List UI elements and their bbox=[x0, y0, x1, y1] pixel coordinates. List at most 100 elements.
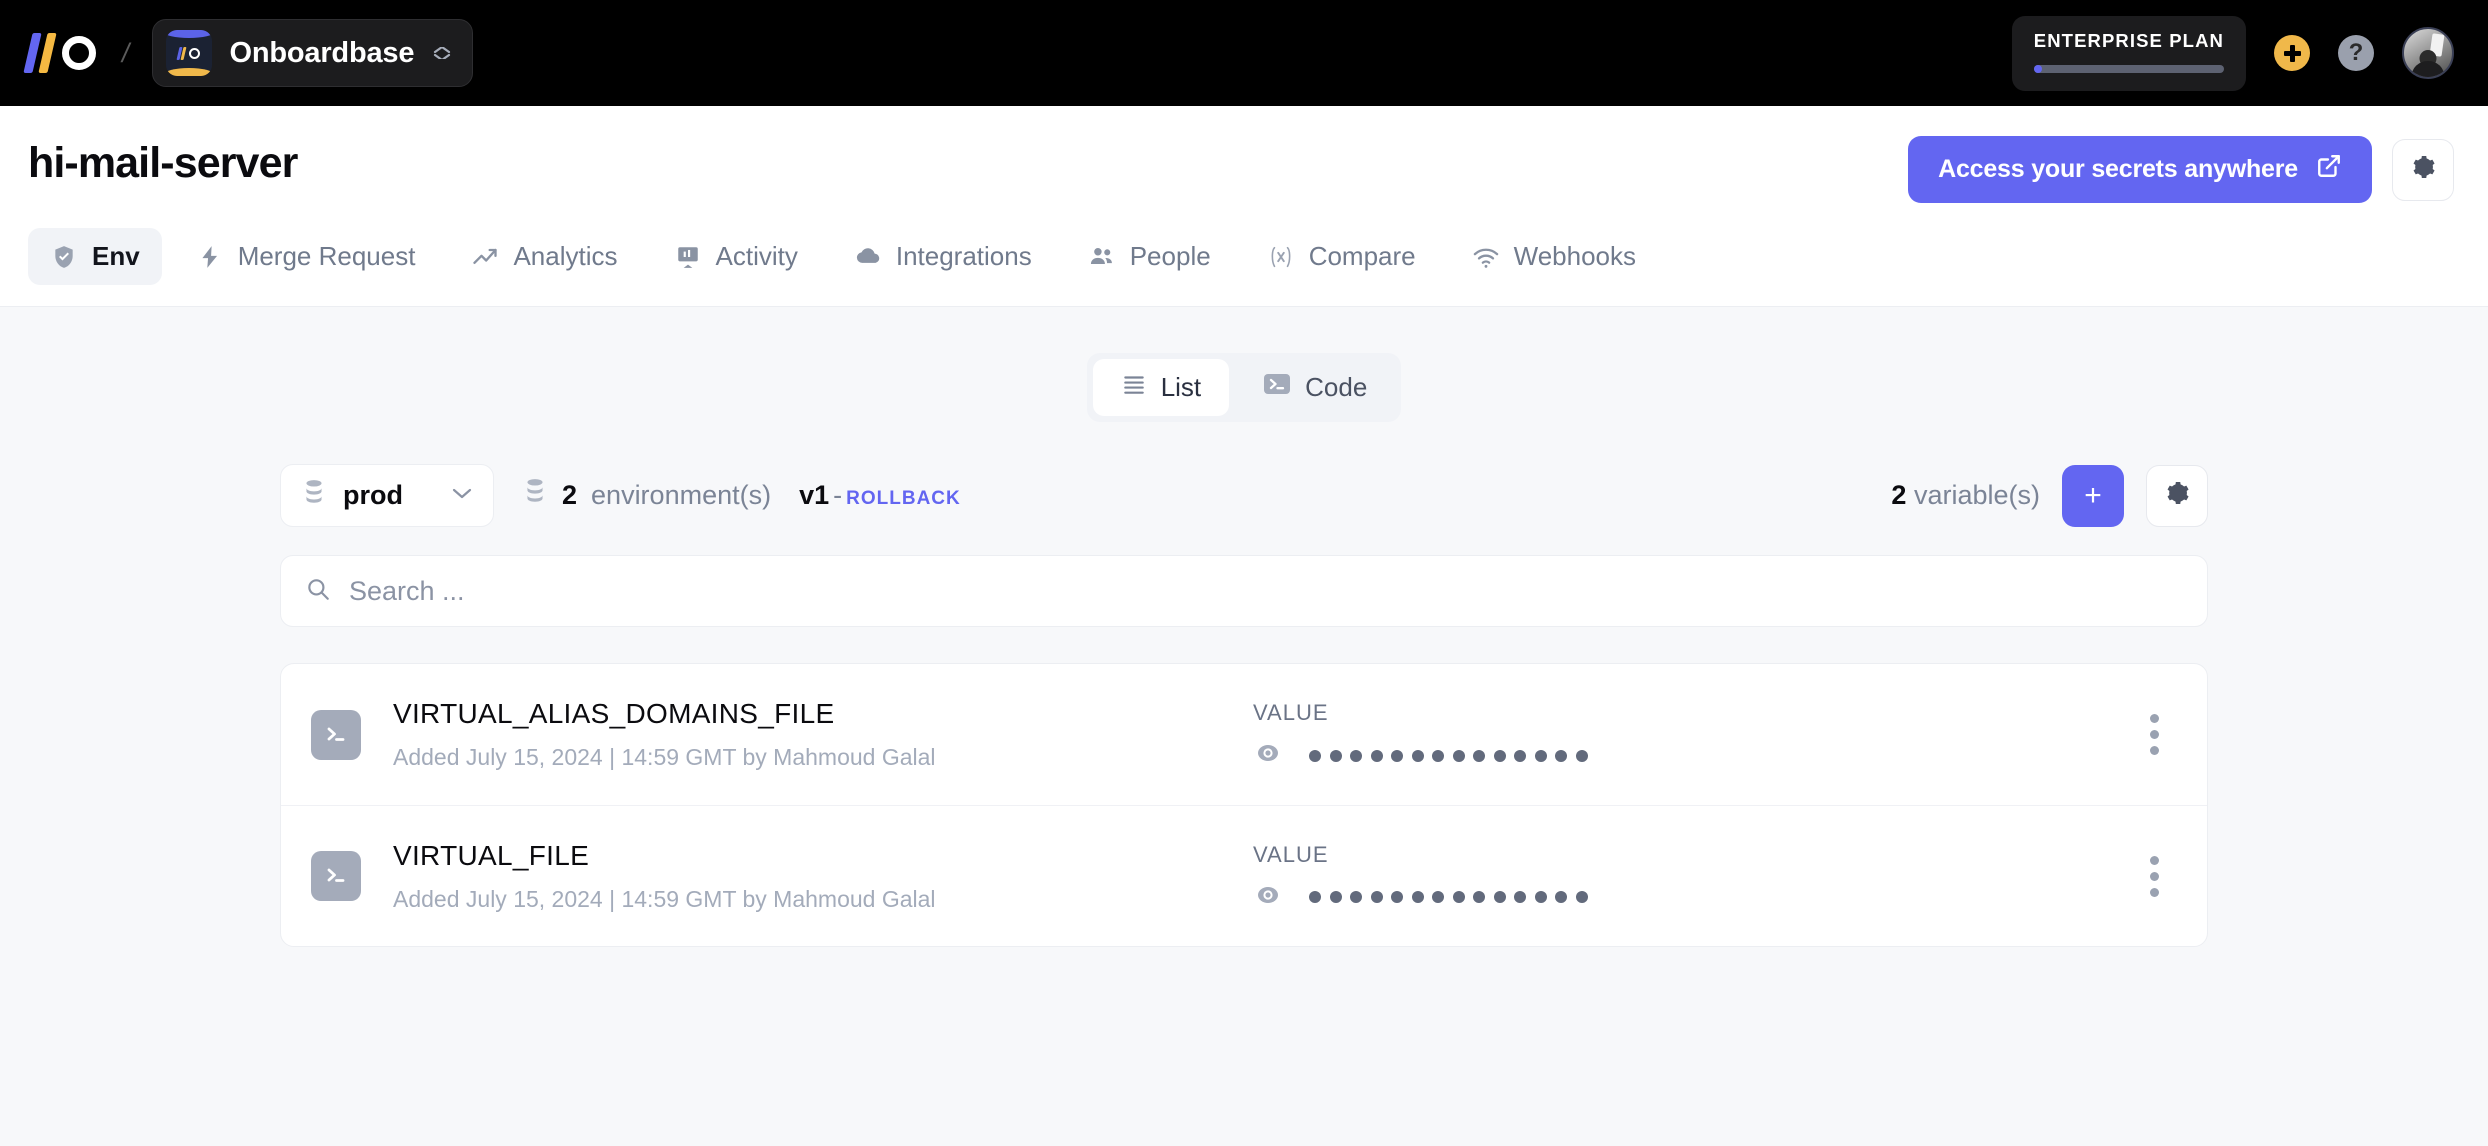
variable-icon bbox=[1267, 243, 1295, 271]
gear-icon bbox=[2409, 153, 2437, 186]
tab-compare[interactable]: Compare bbox=[1245, 228, 1438, 285]
list-icon bbox=[1121, 371, 1147, 404]
tab-compare-label: Compare bbox=[1308, 241, 1416, 271]
logo-o-ring bbox=[62, 36, 96, 70]
access-secrets-button[interactable]: Access your secrets anywhere bbox=[1908, 136, 2372, 203]
help-button[interactable]: ? bbox=[2338, 35, 2374, 71]
variable-value-column: VALUE bbox=[1253, 700, 1813, 769]
breadcrumb-separator: / bbox=[119, 37, 133, 68]
terminal-icon bbox=[1263, 372, 1291, 403]
view-toggle: List Code bbox=[0, 353, 2488, 422]
variable-meta: Added July 15, 2024 | 14:59 GMT by Mahmo… bbox=[393, 744, 936, 770]
rollback-button[interactable]: ROLLBACK bbox=[846, 488, 961, 510]
wifi-icon bbox=[1472, 243, 1500, 271]
tab-env-label: Env bbox=[92, 241, 140, 271]
plan-badge[interactable]: ENTERPRISE PLAN bbox=[2011, 15, 2246, 91]
variable-name: VIRTUAL_FILE bbox=[393, 839, 590, 871]
view-toggle-code-label: Code bbox=[1305, 372, 1368, 402]
table-row[interactable]: VIRTUAL_ALIAS_DOMAINS_FILE Added July 15… bbox=[281, 664, 2207, 805]
value-column-label: VALUE bbox=[1253, 841, 1329, 867]
toolbar-right: 2 variable(s) + bbox=[1891, 464, 2208, 527]
primary-tabs: Env Merge Request Analytics Activity Int… bbox=[0, 203, 2488, 307]
tab-merge-request-label: Merge Request bbox=[237, 241, 416, 271]
variable-value-column: VALUE bbox=[1253, 842, 1813, 911]
tab-analytics-label: Analytics bbox=[513, 241, 618, 271]
kebab-menu-icon[interactable] bbox=[2136, 704, 2173, 765]
tab-integrations-label: Integrations bbox=[895, 241, 1032, 271]
terminal-icon bbox=[311, 709, 361, 760]
tab-people-label: People bbox=[1129, 241, 1211, 271]
terminal-icon bbox=[311, 851, 361, 901]
environments-count: 2 environment(s) bbox=[522, 478, 771, 513]
environments-count-label: environment(s) bbox=[591, 480, 772, 510]
tab-webhooks-label: Webhooks bbox=[1513, 241, 1636, 271]
org-name: Onboardbase bbox=[229, 36, 415, 69]
chevron-updown-icon bbox=[432, 47, 452, 59]
page-title: hi-mail-server bbox=[28, 139, 298, 187]
variable-info: VIRTUAL_FILE Added July 15, 2024 | 14:59… bbox=[393, 840, 1253, 913]
tab-integrations[interactable]: Integrations bbox=[832, 228, 1054, 285]
add-button[interactable] bbox=[2274, 35, 2310, 71]
environments-count-value: 2 bbox=[562, 480, 578, 510]
variables-count-value: 2 bbox=[1891, 480, 1907, 510]
question-icon: ? bbox=[2348, 39, 2364, 66]
eye-icon[interactable] bbox=[1253, 884, 1283, 911]
topbar-right-cluster: ENTERPRISE PLAN ? bbox=[2011, 15, 2454, 91]
variable-info: VIRTUAL_ALIAS_DOMAINS_FILE Added July 15… bbox=[393, 698, 1253, 771]
tab-activity-label: Activity bbox=[715, 241, 798, 271]
value-column-label: VALUE bbox=[1253, 700, 1329, 725]
avatar[interactable] bbox=[2402, 27, 2454, 79]
users-icon bbox=[1088, 243, 1116, 271]
variable-name: VIRTUAL_ALIAS_DOMAINS_FILE bbox=[393, 698, 835, 729]
variable-meta: Added July 15, 2024 | 14:59 GMT by Mahmo… bbox=[393, 885, 936, 912]
eye-icon[interactable] bbox=[1253, 742, 1283, 769]
onboardbase-logo[interactable] bbox=[23, 33, 96, 73]
env-panel: prod 2 environment(s) v1 - ROLLBACK 2 va… bbox=[280, 464, 2208, 947]
search-icon bbox=[305, 576, 331, 607]
version-dash: - bbox=[833, 480, 843, 510]
plan-usage-fill bbox=[2033, 64, 2042, 73]
presentation-chart-icon bbox=[674, 243, 702, 271]
search-bar[interactable] bbox=[280, 555, 2208, 627]
chevron-down-icon bbox=[451, 486, 473, 505]
database-stack-icon bbox=[301, 479, 327, 512]
search-input[interactable] bbox=[349, 575, 2183, 607]
masked-value bbox=[1309, 891, 1588, 903]
tab-env[interactable]: Env bbox=[28, 228, 162, 285]
bolt-icon bbox=[196, 243, 224, 271]
environment-select[interactable]: prod bbox=[280, 464, 494, 527]
variables-count: 2 variable(s) bbox=[1891, 480, 2040, 511]
kebab-menu-icon[interactable] bbox=[2136, 846, 2173, 907]
version-number: v1 bbox=[799, 480, 830, 510]
view-toggle-code[interactable]: Code bbox=[1235, 359, 1395, 416]
plan-label: ENTERPRISE PLAN bbox=[2033, 29, 2224, 51]
external-link-icon bbox=[2316, 153, 2342, 186]
project-settings-button[interactable] bbox=[2392, 138, 2454, 201]
tab-people[interactable]: People bbox=[1066, 228, 1233, 285]
env-toolbar: prod 2 environment(s) v1 - ROLLBACK 2 va… bbox=[280, 464, 2208, 527]
version-indicator: v1 - ROLLBACK bbox=[799, 480, 961, 511]
tab-activity[interactable]: Activity bbox=[652, 228, 820, 285]
top-bar: / Onboardbase ENTERPRISE PLAN ? bbox=[0, 0, 2488, 106]
tab-analytics[interactable]: Analytics bbox=[449, 228, 639, 285]
org-switcher[interactable]: Onboardbase bbox=[151, 19, 474, 87]
tab-webhooks[interactable]: Webhooks bbox=[1450, 228, 1658, 285]
view-toggle-list[interactable]: List bbox=[1092, 359, 1230, 416]
variables-list: VIRTUAL_ALIAS_DOMAINS_FILE Added July 15… bbox=[280, 663, 2208, 947]
main-content: List Code prod 2 environment(s) v1 - ROL… bbox=[0, 307, 2488, 947]
env-settings-button[interactable] bbox=[2146, 464, 2208, 527]
environment-select-value: prod bbox=[343, 480, 403, 510]
avatar-body bbox=[2411, 61, 2445, 77]
org-avatar-icon bbox=[165, 30, 212, 76]
page-header: hi-mail-server Access your secrets anywh… bbox=[0, 106, 2488, 203]
add-variable-button[interactable]: + bbox=[2062, 464, 2124, 527]
view-toggle-list-label: List bbox=[1160, 372, 1202, 402]
logo-slash-amber bbox=[38, 33, 57, 73]
shield-check-icon bbox=[50, 243, 78, 271]
trend-up-icon bbox=[471, 243, 499, 271]
tab-merge-request[interactable]: Merge Request bbox=[174, 228, 438, 285]
table-row[interactable]: VIRTUAL_FILE Added July 15, 2024 | 14:59… bbox=[281, 805, 2207, 946]
plus-icon bbox=[2283, 44, 2301, 62]
database-stack-icon bbox=[522, 478, 548, 513]
page-header-actions: Access your secrets anywhere bbox=[1908, 136, 2454, 203]
